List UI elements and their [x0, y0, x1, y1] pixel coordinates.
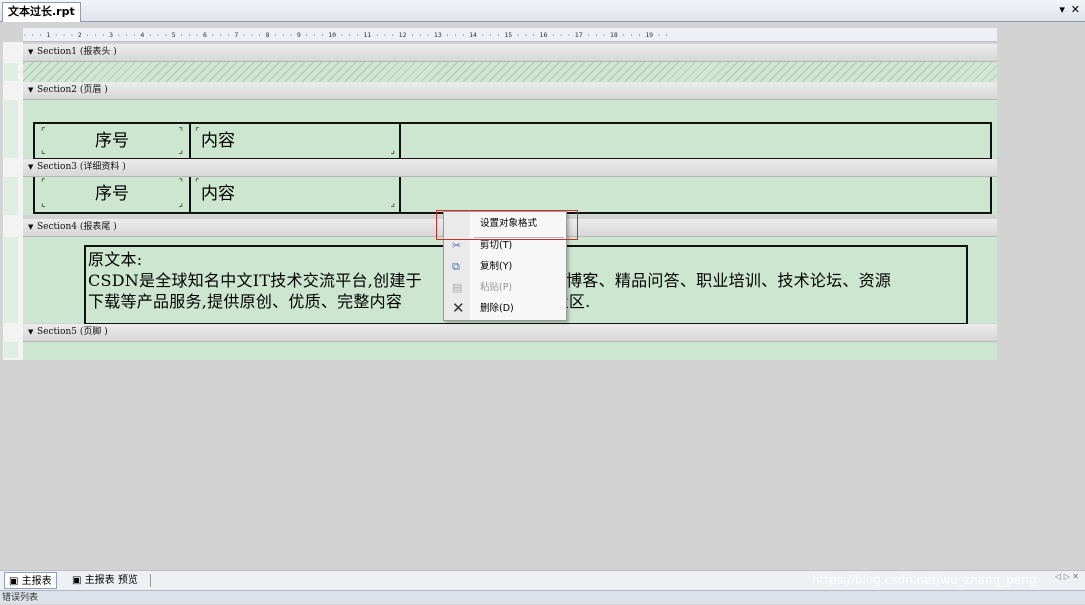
vertical-ruler-marker [4, 177, 18, 215]
section2-label: Section2 (页眉 ) [37, 85, 108, 95]
collapse-arrow-icon[interactable]: ▼ [28, 82, 33, 99]
details-empty-box[interactable] [399, 177, 992, 214]
vertical-ruler-marker [4, 342, 18, 358]
vertical-ruler-marker [4, 63, 18, 81]
watermark-text: https://blog.csdn.net/wu_zhang_peng [812, 573, 1037, 587]
section1-label: Section1 (报表头 ) [37, 47, 117, 57]
tab-dropdown-close-icon[interactable]: ▾ ✕ [1059, 3, 1081, 17]
textbox-line: 下载等产品服务,提供原创、优质、完整内容 [88, 292, 403, 311]
page-header-field-seq[interactable]: ⌜ ⌞ ⌝ ⌟ 序号 [33, 122, 191, 160]
collapse-arrow-icon[interactable]: ▼ [28, 219, 33, 236]
page-header-field-content[interactable]: ⌜ ⌟ 内容 [189, 122, 401, 160]
report-icon: ▣ [72, 575, 82, 586]
section1-hidden-band[interactable] [23, 62, 997, 82]
vertical-ruler-marker [4, 100, 18, 158]
collapse-arrow-icon[interactable]: ▼ [28, 44, 33, 61]
tab-label: 主报表 预览 [84, 575, 138, 586]
section5-header[interactable]: ▼ Section5 (页脚 ) [23, 324, 997, 342]
details-field-content[interactable]: ⌜ ⌟ 内容 [189, 177, 401, 214]
details-field-seq[interactable]: ⌜ ⌞ ⌝ ⌟ 序号 [33, 177, 191, 214]
paste-icon: ▤ [452, 281, 463, 294]
tab-main-report[interactable]: ▣ 主报表 [4, 572, 57, 589]
section4-label: Section4 (报表尾 ) [37, 222, 117, 232]
collapse-arrow-icon[interactable]: ▼ [28, 324, 33, 341]
textbox-line-continued: 创博客、精品问答、职业培训、技术论坛、资源 [549, 271, 892, 290]
document-tab[interactable]: 文本过长.rpt [2, 2, 81, 22]
menu-item-paste[interactable]: 粘贴(P) [480, 282, 512, 294]
tab-label: 主报表 [21, 576, 52, 587]
field-text: 序号 [95, 184, 129, 204]
highlight-box [436, 210, 578, 240]
textbox-line: CSDN是全球知名中文IT技术交流平台,创建于 [88, 271, 422, 290]
horizontal-ruler: · · · 1 · · · 2 · · · 3 · · · 4 · · · 5 … [23, 28, 997, 42]
section5-band[interactable] [23, 342, 997, 360]
section3-label: Section3 (详细资料 ) [37, 162, 126, 172]
tab-main-report-preview[interactable]: ▣ 主报表 预览 [68, 572, 142, 589]
error-list-panel-header: 错误列表 [0, 590, 1085, 604]
section5-label: Section5 (页脚 ) [37, 327, 108, 337]
delete-x-icon: ✕ [452, 299, 465, 317]
tab-divider [150, 574, 151, 587]
copy-icon: ⧉ [452, 260, 460, 273]
menu-item-copy[interactable]: 复制(Y) [480, 261, 512, 273]
section3-header[interactable]: ▼ Section3 (详细资料 ) [23, 159, 997, 177]
section1-header[interactable]: ▼ Section1 (报表头 ) [23, 44, 997, 62]
menu-item-cut[interactable]: 剪切(T) [480, 240, 512, 252]
menu-item-delete[interactable]: 删除(D) [480, 303, 514, 315]
page-header-empty-box[interactable] [399, 122, 992, 160]
field-text: 序号 [95, 131, 129, 151]
collapse-arrow-icon[interactable]: ▼ [28, 159, 33, 176]
scissors-icon: ✂ [452, 239, 462, 252]
field-text: 内容 [201, 131, 235, 151]
section2-header[interactable]: ▼ Section2 (页眉 ) [23, 82, 997, 100]
vertical-ruler-marker [4, 237, 18, 323]
report-icon: ▣ [9, 576, 19, 587]
scroll-nav-icons[interactable]: ◁ ▷ ✕ [1055, 572, 1079, 582]
document-tab-strip: 文本过长.rpt ▾ ✕ [0, 0, 1085, 22]
field-text: 内容 [201, 184, 235, 204]
